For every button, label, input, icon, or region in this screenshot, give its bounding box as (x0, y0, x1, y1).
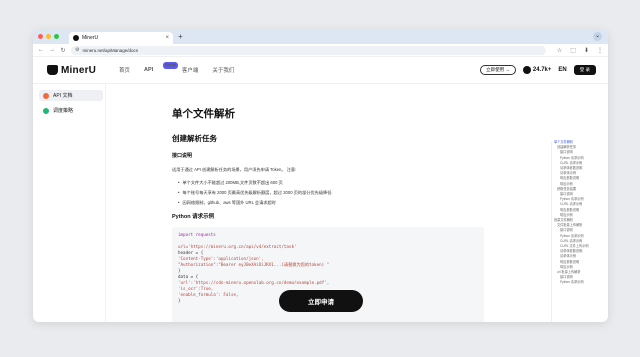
main-nav: 首页 API new 客户端 关于我们 (119, 61, 234, 74)
download-icon[interactable]: ⬇ (584, 47, 589, 54)
tab-list-chevron-icon[interactable]: ⌄ (593, 32, 602, 41)
use-now-button[interactable]: 立即使用 → (480, 65, 516, 75)
url-text: mineru.net/apiManage/docs (82, 47, 139, 53)
language-toggle[interactable]: EN (558, 67, 566, 73)
sidebar: API 文档 调度策略 (39, 90, 103, 120)
address-bar: ← → ↻ ⚙ mineru.net/apiManage/docs ☆ ⬚ ⬇ … (33, 44, 608, 57)
main-area: API 文档 调度策略 单个文件解析 创建解析任务 接口说明 适用于通过 API… (33, 84, 608, 322)
reload-icon[interactable]: ↻ (60, 47, 66, 54)
logo-text: MinerU (61, 64, 97, 76)
page-title: 单个文件解析 (172, 108, 235, 120)
menu-icon[interactable]: ⋮ (597, 47, 603, 54)
tab-strip: MinerU × + ⌄ (33, 30, 608, 44)
list-item: 每个账号每天享有 2000 页最高优先级解析额度，超过 2000 页的部分优先级… (178, 190, 484, 196)
api-docs-icon (43, 92, 49, 99)
nav-home[interactable]: 首页 (119, 66, 130, 74)
toc-rail (551, 142, 552, 322)
favicon-icon (73, 35, 79, 41)
new-tab-button[interactable]: + (178, 32, 183, 41)
new-badge: new (163, 61, 178, 69)
list-item: 因网络限制，github、aws 等国外 URL 会请求超时 (178, 200, 484, 206)
nav-about[interactable]: 关于我们 (212, 66, 234, 74)
extensions-icon[interactable]: ⬚ (570, 47, 576, 54)
github-link[interactable]: 24.7k+ (522, 66, 552, 74)
window-controls (38, 34, 59, 39)
table-of-contents: 单个文件解析 创建解析任务 接口说明 Python 请求示例 CURL 请求示例 请求体参… (551, 140, 606, 322)
logo[interactable]: MinerU (47, 65, 117, 76)
url-field[interactable]: ⚙ mineru.net/apiManage/docs (71, 45, 546, 55)
maximize-window-button[interactable] (54, 34, 59, 39)
site-settings-icon[interactable]: ⚙ (75, 47, 79, 53)
github-stars: 24.7k+ (532, 67, 552, 73)
section-title: 创建解析任务 (172, 134, 217, 143)
tab-title: MinerU (82, 35, 99, 41)
sidebar-item-strategy[interactable]: 调度策略 (39, 105, 103, 116)
subsection-title: 接口说明 (172, 153, 193, 159)
toc-item[interactable]: Python 请求示例 (554, 280, 606, 285)
close-window-button[interactable] (38, 34, 43, 39)
sidebar-item-label: API 文档 (53, 93, 73, 99)
doc-content: 单个文件解析 创建解析任务 接口说明 适用于通过 API 创建解析任务的场景，用… (172, 92, 484, 322)
mineru-logo-icon (47, 65, 58, 75)
back-icon[interactable]: ← (38, 47, 44, 53)
strategy-icon (43, 107, 49, 114)
bookmark-star-icon[interactable]: ☆ (557, 47, 562, 54)
minimize-window-button[interactable] (46, 34, 51, 39)
nav-api-label: API (144, 67, 154, 73)
sidebar-item-api-docs[interactable]: API 文档 (39, 90, 103, 101)
login-button[interactable]: 登 录 (573, 65, 596, 75)
forward-icon[interactable]: → (49, 47, 55, 53)
close-tab-icon[interactable]: × (165, 35, 169, 41)
site-header: MinerU 首页 APInew 客户端 关于我们 立即使用 → 24.7k+ … (33, 57, 608, 84)
browser-window: MinerU × + ⌄ ← → ↻ ⚙ mineru.net/apiManag… (33, 30, 608, 322)
apply-now-button[interactable]: 立即申请 (279, 290, 363, 312)
github-icon (522, 66, 531, 74)
list-item: 单个文件大小不能超过 200MB,文件页数不超出 600 页 (178, 180, 484, 186)
sidebar-divider (105, 84, 106, 322)
browser-tab[interactable]: MinerU × (69, 32, 173, 44)
python-example-title: Python 请求示例 (172, 214, 215, 220)
sidebar-item-label: 调度策略 (53, 108, 74, 114)
description-text: 适用于通过 API 创建解析任务的场景，用户须先申请 Token。 注意: (172, 167, 297, 172)
nav-api[interactable]: API new (144, 61, 178, 73)
notice-list: 单个文件大小不能超过 200MB,文件页数不超出 600 页 每个账号每天享有 … (172, 180, 484, 206)
nav-client[interactable]: 客户端 (182, 66, 199, 74)
